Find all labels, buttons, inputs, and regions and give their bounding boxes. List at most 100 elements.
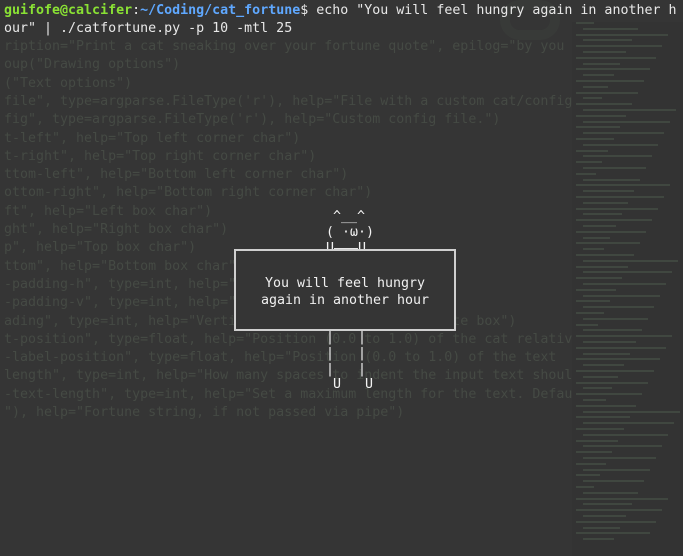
terminal-window[interactable]: ription="Print a cat sneaking over your …	[0, 0, 683, 556]
background-code-line: t-left", help="Top left corner char")	[4, 130, 301, 146]
minimap-stroke	[576, 497, 668, 500]
background-code-line: ottom-right", help="Bottom right corner …	[4, 185, 373, 201]
minimap-stroke	[576, 474, 600, 477]
cat-legs-3: | |	[326, 362, 367, 377]
minimap-stroke	[583, 155, 652, 158]
minimap-stroke	[583, 167, 646, 169]
minimap-stroke	[576, 230, 646, 233]
minimap-stroke	[576, 80, 644, 82]
prompt-separator: :	[132, 3, 141, 18]
minimap-stroke	[583, 190, 634, 193]
minimap-stroke	[576, 172, 596, 175]
cat-legs-2: | |	[326, 346, 367, 361]
minimap-stroke	[583, 97, 602, 100]
minimap-stroke	[583, 294, 660, 297]
minimap-stroke	[576, 439, 618, 442]
command-text-line1: echo "You will feel hungry again in anot…	[308, 3, 677, 18]
minimap-stroke	[576, 462, 606, 465]
minimap-stroke	[576, 138, 614, 140]
minimap-stroke	[583, 457, 656, 459]
minimap-stroke	[583, 491, 638, 494]
minimap-stroke	[576, 358, 660, 361]
minimap-stroke	[576, 149, 608, 152]
cat-ears: ^__^	[333, 209, 366, 224]
minimap-stroke	[583, 445, 662, 448]
background-code-line: p", help="Top box char")	[4, 240, 197, 256]
minimap-stroke	[576, 404, 636, 407]
minimap-stroke	[576, 428, 624, 430]
minimap-stroke	[576, 370, 654, 372]
background-code-line: ttom-left", help="Bottom left corner cha…	[4, 167, 349, 183]
minimap-stroke	[583, 225, 616, 227]
prompt-user-host: guifofe@calcifer	[4, 3, 133, 18]
prompt-line: guifofe@calcifer:~/Coding/cat_fortune$ e…	[4, 2, 676, 20]
minimap-stroke	[583, 51, 626, 53]
minimap-stroke	[576, 335, 672, 338]
minimap-stroke	[583, 248, 604, 251]
minimap-stroke	[576, 323, 598, 326]
minimap-stroke	[576, 114, 626, 117]
minimap-stroke	[583, 62, 620, 65]
minimap-stroke	[576, 33, 668, 36]
minimap-stroke	[583, 375, 618, 378]
background-code-line: length", type=int, help="How many spaces…	[4, 368, 581, 384]
minimap-stroke	[583, 213, 622, 216]
minimap-stroke	[583, 27, 638, 30]
minimap-stroke	[576, 381, 648, 384]
minimap-stroke	[583, 120, 670, 123]
minimap-stroke	[583, 271, 672, 274]
cat-face: ( ·ω·)	[326, 225, 375, 240]
minimap-stroke	[576, 68, 650, 71]
background-code-line: file", type=argparse.FileType('r'), help…	[4, 93, 573, 109]
minimap-stroke	[583, 39, 632, 42]
minimap-stroke	[583, 503, 632, 506]
minimap-stroke	[576, 91, 638, 94]
minimap-stroke	[576, 45, 662, 48]
background-code-line: ("Text options")	[4, 75, 133, 91]
minimap-stroke	[583, 387, 612, 390]
command-text-line2: our" | ./catfortune.py -p 10 -mtl 25	[4, 21, 293, 36]
minimap-stroke	[576, 103, 632, 106]
minimap-stroke	[576, 184, 670, 187]
minimap-stroke	[576, 300, 610, 303]
minimap-stroke	[576, 196, 664, 198]
minimap-stroke	[576, 126, 620, 129]
minimap-stroke	[583, 317, 648, 320]
background-code-line: ft", help="Left box char")	[4, 203, 213, 219]
minimap-stroke	[583, 352, 630, 355]
background-code-line: "), help="Fortune string, if not passed …	[4, 405, 405, 420]
minimap-stroke	[576, 265, 628, 268]
minimap-stroke	[583, 341, 636, 343]
minimap-stroke	[583, 306, 654, 309]
minimap-stroke	[583, 85, 608, 88]
minimap-stroke	[583, 178, 640, 181]
minimap-stroke	[576, 520, 656, 523]
background-code-line: ght", help="Right box char")	[4, 222, 229, 237]
minimap-stroke	[576, 532, 650, 535]
minimap-stroke	[583, 399, 606, 401]
minimap-stroke	[576, 56, 656, 59]
minimap-stroke	[576, 288, 616, 291]
minimap-stroke	[583, 538, 614, 541]
minimap-stroke	[583, 468, 650, 471]
minimap-stroke	[583, 109, 676, 111]
cat-feet: U U	[333, 377, 374, 392]
minimap-stroke	[576, 509, 662, 512]
minimap-stroke	[576, 254, 634, 256]
minimap-stroke	[583, 74, 614, 77]
minimap-stroke	[583, 515, 626, 517]
fortune-line-2: again in another hour	[260, 293, 430, 308]
minimap-stroke	[576, 277, 622, 280]
minimap-stroke	[576, 207, 658, 210]
background-code-line: t-position", type=float, help="Position …	[4, 331, 581, 347]
minimap-stroke	[583, 236, 610, 239]
minimap-stroke	[576, 161, 602, 164]
background-code-line: -text-length", type=int, help="Set a max…	[4, 386, 589, 402]
background-code-line: -label-position", type=float, help="Posi…	[4, 350, 557, 366]
minimap-stroke	[583, 201, 628, 204]
background-code-line: ription="Print a cat sneaking over your …	[4, 39, 565, 54]
background-code-line: oup("Drawing options")	[4, 57, 181, 73]
minimap-stroke	[576, 451, 612, 454]
minimap-stroke	[583, 480, 644, 483]
minimap-stroke	[576, 242, 640, 245]
